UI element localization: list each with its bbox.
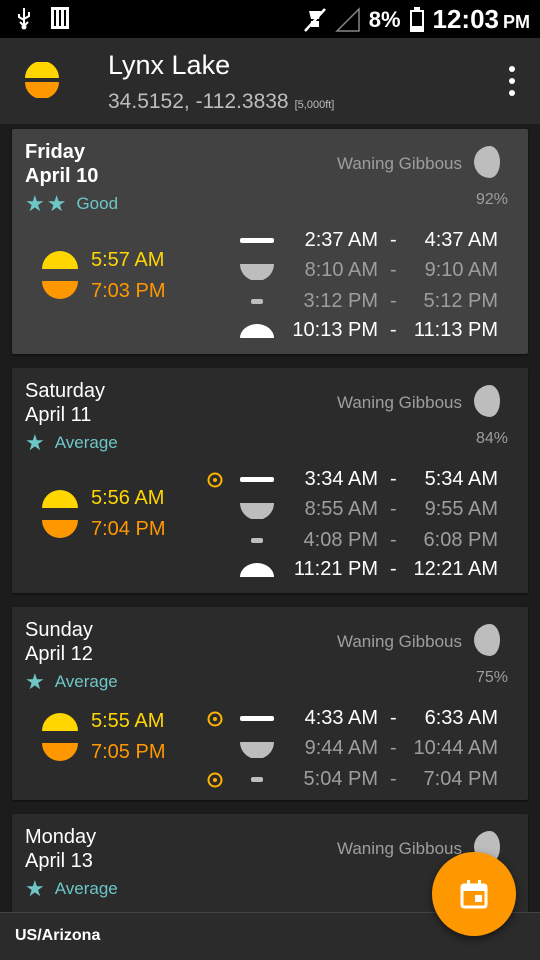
status-bar: 8% 12:03 PM [0,0,540,38]
best-time-target-icon [207,772,223,788]
best-time-target-icon [207,711,223,727]
moon-illumination: 84% [475,430,508,447]
minor-period-row: 8:55 AM -9:55 AM [12,498,528,528]
day-date: April 10 [25,165,99,187]
major-period-row: 3:34 AM -5:34 AM [12,468,528,498]
day-name: Friday [25,141,86,163]
usb-icon [18,8,30,30]
moon-phase-name: Waning Gibbous [336,154,462,173]
elevation: [5,000ft] [294,99,335,111]
day-date: April 11 [25,404,92,426]
moon-illumination: 92% [475,191,508,208]
minor-period-row: 4:08 PM -6:08 PM [12,529,528,559]
day-name: Saturday [25,380,106,402]
major-period-row: 4:33 AM -6:33 AM [12,707,528,737]
day-date: April 13 [25,850,93,872]
moon-phase-icon [474,624,500,656]
star-icon: ★★ [25,191,69,216]
battery-icon [409,6,424,32]
day-card[interactable]: Friday April 10 ★★ Good Waning Gibbous 92… [12,129,528,354]
moonset-icon [240,563,274,577]
overflow-menu-button[interactable] [506,66,518,96]
day-date: April 12 [25,643,93,665]
moon-overhead-icon [240,477,274,482]
moon-underfoot-icon [251,538,263,543]
day-list[interactable]: Friday April 10 ★★ Good Waning Gibbous 92… [0,124,540,912]
moon-underfoot-icon [251,777,263,782]
moonrise-icon [240,264,274,280]
minor-period-row: 9:44 AM -10:44 AM [12,737,528,767]
major-period-row: 10:13 PM -11:13 PM [12,319,528,349]
sd-card-icon [51,7,69,29]
rating: ★ Average [25,430,118,455]
calendar-icon [460,880,488,909]
rating: ★ Average [25,876,118,901]
day-name: Sunday [25,619,93,641]
location-coordinates: 34.5152, -112.3838 [5,000ft] [108,90,335,113]
mute-icon [303,7,326,32]
sun-logo-icon [25,62,59,98]
moon-overhead-icon [240,238,274,243]
star-icon: ★ [25,876,47,901]
clock: 12:03 PM [432,4,531,34]
moon-overhead-icon [240,716,274,721]
timezone-label: US/Arizona [15,927,101,944]
battery-percent: 8% [368,6,401,32]
day-name: Monday [25,826,97,848]
moon-phase-icon [474,146,500,178]
moonset-icon [240,324,274,338]
moon-phase-name: Waning Gibbous [336,393,462,412]
moon-underfoot-icon [251,299,263,304]
star-icon: ★ [25,430,47,455]
day-card[interactable]: Sunday April 12 ★ Average Waning Gibbous … [12,607,528,800]
star-icon: ★ [25,669,47,694]
rating: ★ Average [25,669,118,694]
app-bar: Lynx Lake 34.5152, -112.3838 [5,000ft] [0,38,540,124]
moonrise-icon [240,503,274,519]
signal-icon [334,6,360,32]
major-period-row: 11:21 PM -12:21 AM [12,558,528,588]
calendar-fab-button[interactable] [432,852,516,936]
minor-period-row: 8:10 AM -9:10 AM [12,259,528,289]
moon-phase-icon [474,385,500,417]
moon-phase-name: Waning Gibbous [336,839,462,858]
best-time-target-icon [207,472,223,488]
major-period-row: 2:37 AM -4:37 AM [12,229,528,259]
rating: ★★ Good [25,191,119,216]
minor-period-row: 3:12 PM -5:12 PM [12,290,528,320]
day-card[interactable]: Saturday April 11 ★ Average Waning Gibbou… [12,368,528,593]
location-title: Lynx Lake [108,50,231,80]
moonrise-icon [240,742,274,758]
minor-period-row: 5:04 PM -7:04 PM [12,768,528,798]
moon-phase-name: Waning Gibbous [336,632,462,651]
moon-illumination: 75% [475,669,508,686]
